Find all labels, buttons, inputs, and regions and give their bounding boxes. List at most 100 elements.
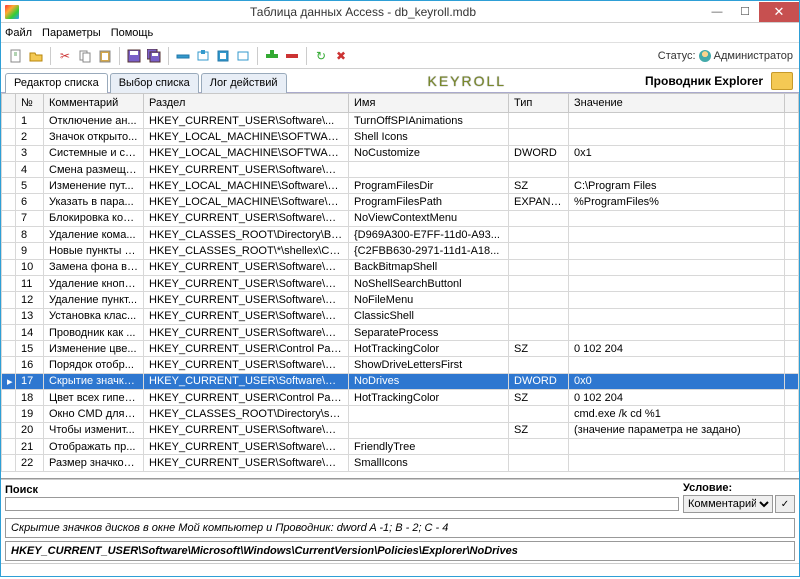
cell-type: SZ bbox=[509, 390, 569, 406]
cell-value bbox=[569, 113, 785, 129]
save-all-icon[interactable] bbox=[145, 47, 163, 65]
cell-comment: Замена фона в ... bbox=[44, 259, 144, 275]
condition-select[interactable]: Комментарий bbox=[683, 495, 773, 513]
cell-section: HKEY_LOCAL_MACHINE\SOFTWARE\... bbox=[144, 129, 349, 145]
table-row[interactable]: 7Блокировка кон...HKEY_CURRENT_USER\Soft… bbox=[2, 210, 799, 226]
cell-name: FriendlyTree bbox=[349, 438, 509, 454]
table-row[interactable]: 22Размер значков...HKEY_CURRENT_USER\Sof… bbox=[2, 455, 799, 471]
table-row[interactable]: 19Окно CMD для к...HKEY_CLASSES_ROOT\Dir… bbox=[2, 406, 799, 422]
cell-num: 5 bbox=[16, 178, 44, 194]
cut-icon[interactable]: ✂ bbox=[56, 47, 74, 65]
window-title: Таблица данных Access - db_keyroll.mdb bbox=[23, 5, 703, 19]
cell-value bbox=[569, 455, 785, 471]
cell-type bbox=[509, 406, 569, 422]
cell-value bbox=[569, 259, 785, 275]
col-value[interactable]: Значение bbox=[569, 94, 785, 113]
remove-icon[interactable] bbox=[283, 47, 301, 65]
table-row[interactable]: 18Цвет всех гипер...HKEY_CURRENT_USER\Co… bbox=[2, 390, 799, 406]
cell-value bbox=[569, 243, 785, 259]
save-icon[interactable] bbox=[125, 47, 143, 65]
table-row[interactable]: 20Чтобы изменит...HKEY_CURRENT_USER\Soft… bbox=[2, 422, 799, 438]
table-row[interactable]: 21Отображать пр...HKEY_CURRENT_USER\Soft… bbox=[2, 438, 799, 454]
data-table: № Комментарий Раздел Имя Тип Значение 1О… bbox=[1, 93, 799, 472]
table-row[interactable]: 16Порядок отобр...HKEY_CURRENT_USER\Soft… bbox=[2, 357, 799, 373]
table-row[interactable]: 1Отключение ан...HKEY_CURRENT_USER\Softw… bbox=[2, 113, 799, 129]
tool4-icon[interactable] bbox=[234, 47, 252, 65]
table-row[interactable]: 2Значок открыто...HKEY_LOCAL_MACHINE\SOF… bbox=[2, 129, 799, 145]
tab-editor[interactable]: Редактор списка bbox=[5, 73, 108, 93]
table-row[interactable]: 5Изменение пут...HKEY_LOCAL_MACHINE\Soft… bbox=[2, 178, 799, 194]
minimize-button[interactable]: — bbox=[703, 2, 731, 22]
paste-icon[interactable] bbox=[96, 47, 114, 65]
table-row[interactable]: 10Замена фона в ...HKEY_CURRENT_USER\Sof… bbox=[2, 259, 799, 275]
refresh-icon[interactable]: ↻ bbox=[312, 47, 330, 65]
table-row[interactable]: 14Проводник как ...HKEY_CURRENT_USER\Sof… bbox=[2, 324, 799, 340]
cell-type bbox=[509, 243, 569, 259]
cell-type: DWORD bbox=[509, 145, 569, 161]
menu-file[interactable]: Файл bbox=[5, 27, 32, 39]
search-label: Поиск bbox=[5, 484, 679, 496]
menu-params[interactable]: Параметры bbox=[42, 27, 101, 39]
search-input[interactable] bbox=[5, 497, 679, 511]
cell-value bbox=[569, 210, 785, 226]
info-description: Скрытие значков дисков в окне Мой компью… bbox=[5, 518, 795, 538]
maximize-button[interactable]: ☐ bbox=[731, 2, 759, 22]
menu-help[interactable]: Помощь bbox=[111, 27, 154, 39]
cell-comment: Новые пункты К... bbox=[44, 243, 144, 259]
table-row[interactable]: 6Указать в пара...HKEY_LOCAL_MACHINE\Sof… bbox=[2, 194, 799, 210]
cell-type bbox=[509, 438, 569, 454]
tool1-icon[interactable] bbox=[174, 47, 192, 65]
tool3-icon[interactable] bbox=[214, 47, 232, 65]
cell-section: HKEY_CURRENT_USER\Software\Mic... bbox=[144, 161, 349, 177]
open-icon[interactable] bbox=[27, 47, 45, 65]
table-row[interactable]: 12Удаление пункт...HKEY_CURRENT_USER\Sof… bbox=[2, 292, 799, 308]
cell-type: DWORD bbox=[509, 373, 569, 389]
col-type[interactable]: Тип bbox=[509, 94, 569, 113]
table-row[interactable]: 15Изменение цве...HKEY_CURRENT_USER\Cont… bbox=[2, 341, 799, 357]
cell-section: HKEY_LOCAL_MACHINE\Software\Mic... bbox=[144, 194, 349, 210]
cell-section: HKEY_CURRENT_USER\Software\Mic... bbox=[144, 357, 349, 373]
cell-value bbox=[569, 308, 785, 324]
cell-name: SeparateProcess bbox=[349, 324, 509, 340]
col-comment[interactable]: Комментарий bbox=[44, 94, 144, 113]
table-row[interactable]: 9Новые пункты К...HKEY_CLASSES_ROOT\*\sh… bbox=[2, 243, 799, 259]
search-go-button[interactable]: ✓ bbox=[775, 495, 795, 513]
col-section[interactable]: Раздел bbox=[144, 94, 349, 113]
status-user: Администратор bbox=[714, 50, 793, 62]
delete-icon[interactable]: ✖ bbox=[332, 47, 350, 65]
folder-icon[interactable] bbox=[771, 72, 793, 90]
cell-type bbox=[509, 324, 569, 340]
cell-num: 18 bbox=[16, 390, 44, 406]
cell-name: {D969A300-E7FF-11d0-A93... bbox=[349, 227, 509, 243]
copy-icon[interactable] bbox=[76, 47, 94, 65]
cell-type bbox=[509, 292, 569, 308]
col-name[interactable]: Имя bbox=[349, 94, 509, 113]
cell-comment: Значок открыто... bbox=[44, 129, 144, 145]
cell-type bbox=[509, 161, 569, 177]
tab-log[interactable]: Лог действий bbox=[201, 73, 287, 93]
table-row[interactable]: 3Системные и сп...HKEY_LOCAL_MACHINE\SOF… bbox=[2, 145, 799, 161]
tool2-icon[interactable] bbox=[194, 47, 212, 65]
table-row[interactable]: ▸17Скрытие значко...HKEY_CURRENT_USER\So… bbox=[2, 373, 799, 389]
cell-name: NoViewContextMenu bbox=[349, 210, 509, 226]
cell-num: 4 bbox=[16, 161, 44, 177]
tab-select[interactable]: Выбор списка bbox=[110, 73, 199, 93]
cell-value: C:\Program Files bbox=[569, 178, 785, 194]
cell-section: HKEY_LOCAL_MACHINE\SOFTWARE\... bbox=[144, 145, 349, 161]
table-row[interactable]: 13Установка клас...HKEY_CURRENT_USER\Sof… bbox=[2, 308, 799, 324]
new-icon[interactable] bbox=[7, 47, 25, 65]
apply-icon[interactable] bbox=[263, 47, 281, 65]
table-row[interactable]: 4Смена размеще...HKEY_CURRENT_USER\Softw… bbox=[2, 161, 799, 177]
cell-comment: Окно CMD для к... bbox=[44, 406, 144, 422]
cell-value bbox=[569, 275, 785, 291]
data-table-wrap: № Комментарий Раздел Имя Тип Значение 1О… bbox=[1, 93, 799, 479]
table-row[interactable]: 8Удаление кома...HKEY_CLASSES_ROOT\Direc… bbox=[2, 227, 799, 243]
cell-comment: Отключение ан... bbox=[44, 113, 144, 129]
cell-name: NoDrives bbox=[349, 373, 509, 389]
cell-section: HKEY_CURRENT_USER\Control Pane... bbox=[144, 390, 349, 406]
close-button[interactable]: ✕ bbox=[759, 2, 799, 22]
col-num[interactable]: № bbox=[16, 94, 44, 113]
table-row[interactable]: 11Удаление кнопк...HKEY_CURRENT_USER\Sof… bbox=[2, 275, 799, 291]
cell-num: 22 bbox=[16, 455, 44, 471]
cell-value: 0 102 204 bbox=[569, 341, 785, 357]
